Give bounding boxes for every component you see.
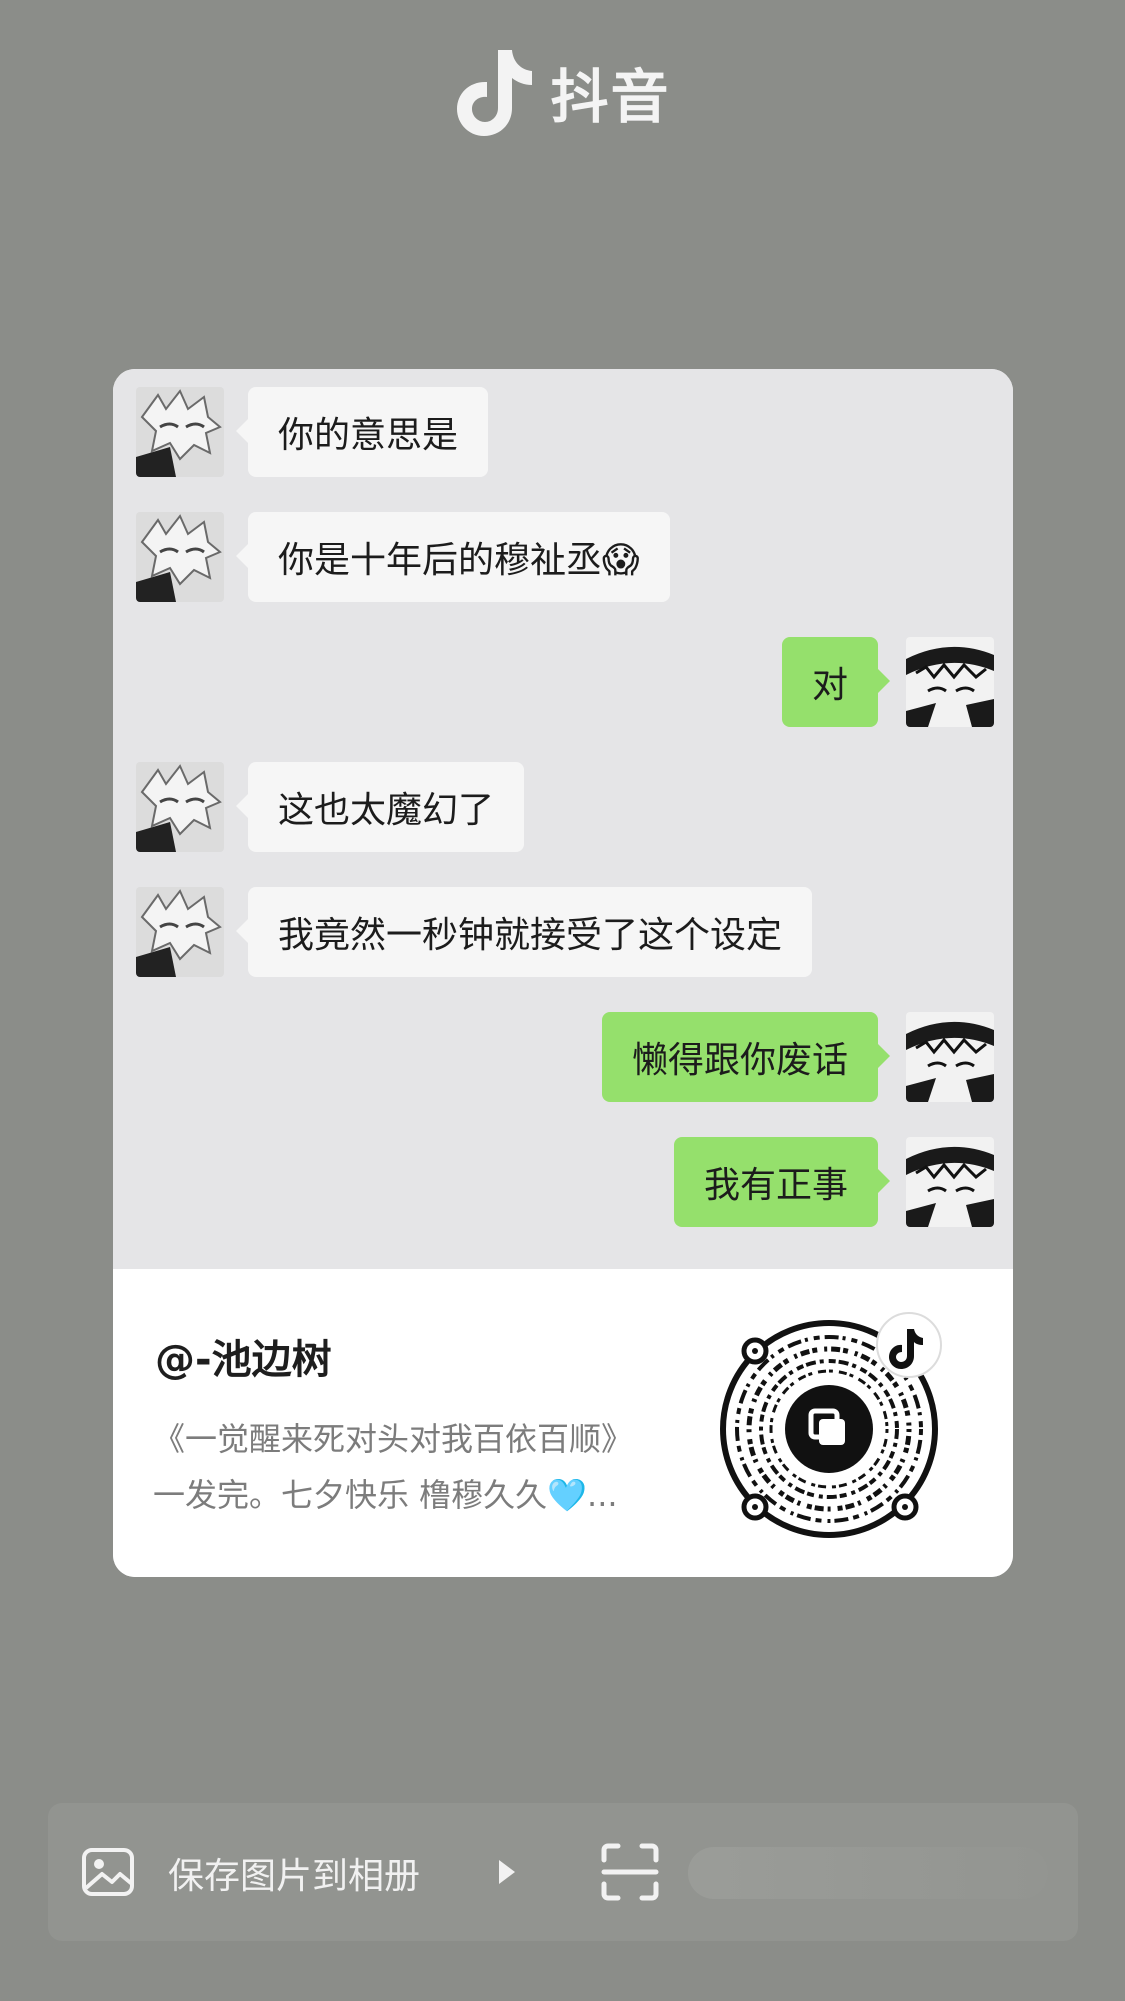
save-to-album-button[interactable]: 保存图片到相册: [168, 1847, 420, 1899]
incoming-bubble: 你是十年后的穆祉丞😱: [236, 512, 670, 602]
douyin-note-icon: [457, 50, 533, 136]
chat-message: 我竟然一秒钟就接受了这个设定: [113, 887, 1013, 977]
incoming-bubble: 我竟然一秒钟就接受了这个设定: [235, 887, 813, 977]
chat-message: 对: [113, 637, 1013, 727]
description-line: 《一觉醒来死对头对我百依百顺》: [153, 1420, 634, 1458]
chat-message: 我有正事: [113, 1137, 1013, 1227]
author-handle[interactable]: @-池边树: [155, 1327, 332, 1385]
video-description: 《一觉醒来死对头对我百依百顺》 一发完。七夕快乐 橹穆久久🩵...: [153, 1411, 693, 1523]
avatar: [906, 637, 994, 727]
action-bar: 保存图片到相册: [48, 1803, 1078, 1941]
description-line: 一发完。七夕快乐 橹穆久久🩵...: [153, 1476, 618, 1514]
share-page: 抖音 你的意思是 你是十年后的穆祉丞😱 对 这也太魔幻了 我竟然一秒钟就接受了这…: [0, 0, 1125, 2001]
brand-name: 抖音: [550, 63, 671, 131]
share-card[interactable]: 你的意思是 你是十年后的穆祉丞😱 对 这也太魔幻了 我竟然一秒钟就接受了这个设定…: [113, 369, 1013, 1577]
outgoing-bubble: 对: [781, 637, 891, 727]
avatar: [136, 387, 224, 477]
chat-screenshot: 你的意思是 你是十年后的穆祉丞😱 对 这也太魔幻了 我竟然一秒钟就接受了这个设定…: [113, 369, 1013, 1269]
chat-message: 你是十年后的穆祉丞😱: [113, 512, 1013, 602]
avatar: [136, 512, 224, 602]
outgoing-bubble: 我有正事: [673, 1137, 891, 1227]
avatar: [906, 1137, 994, 1227]
image-icon[interactable]: [80, 1844, 136, 1900]
outgoing-bubble: 懒得跟你废话: [601, 1012, 891, 1102]
qr-code[interactable]: [719, 1309, 959, 1549]
chat-message: 这也太魔幻了: [113, 762, 1013, 852]
chat-message: 懒得跟你废话: [113, 1012, 1013, 1102]
chat-message: 你的意思是: [113, 387, 1013, 477]
incoming-bubble: 这也太魔幻了: [235, 762, 525, 852]
scan-icon[interactable]: [600, 1842, 660, 1902]
avatar: [136, 887, 224, 977]
blurred-placeholder: [688, 1847, 1048, 1899]
play-icon[interactable]: [496, 1857, 518, 1887]
avatar: [136, 762, 224, 852]
brand-header: 抖音: [0, 42, 1125, 142]
incoming-bubble: 你的意思是: [235, 387, 489, 477]
card-footer: @-池边树 《一觉醒来死对头对我百依百顺》 一发完。七夕快乐 橹穆久久🩵...: [113, 1269, 1013, 1577]
avatar: [906, 1012, 994, 1102]
